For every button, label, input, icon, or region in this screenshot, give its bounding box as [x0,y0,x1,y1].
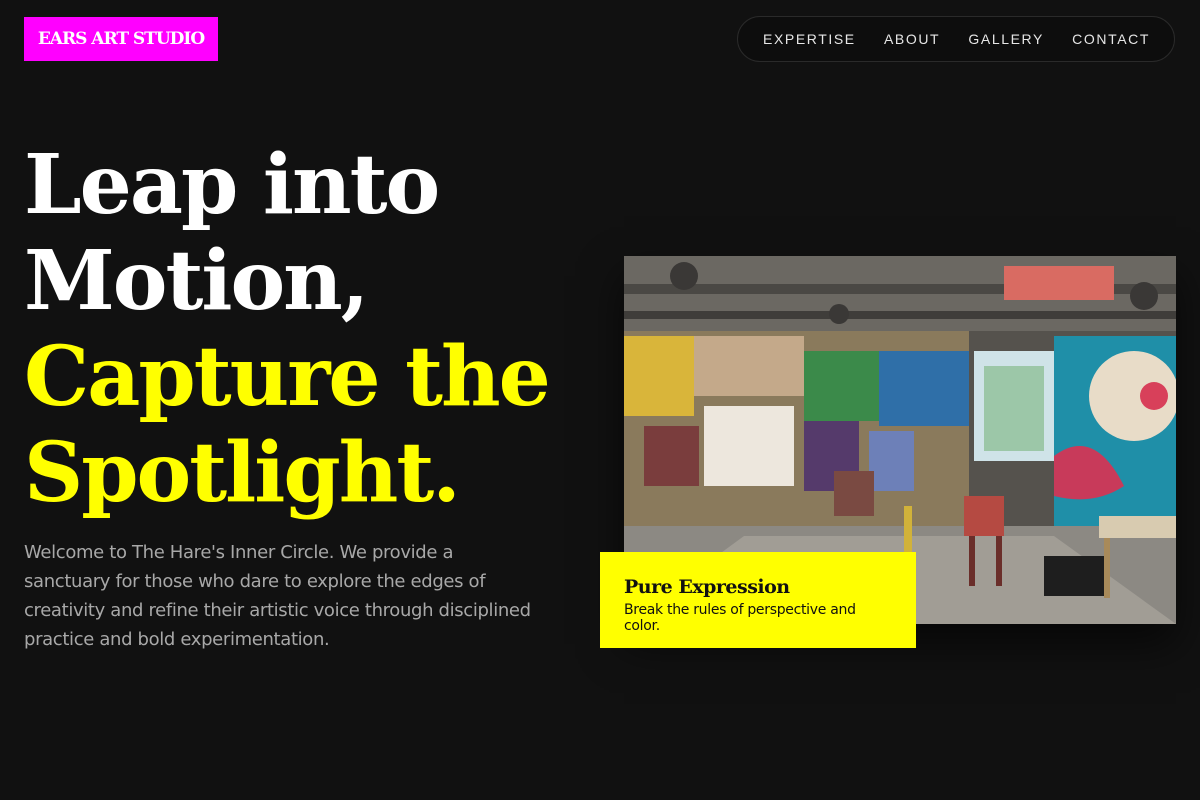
feature-caption-card: Pure Expression Break the rules of persp… [600,552,916,648]
nav-item-gallery[interactable]: GALLERY [968,31,1044,47]
nav-item-expertise[interactable]: EXPERTISE [763,31,856,47]
hero-intro: Welcome to The Hare's Inner Circle. We p… [24,542,531,650]
hero-headline: Leap into Motion, Capture the Spotlight. [24,137,551,521]
headline-line-1: Leap into [24,137,440,233]
caption-text: Break the rules of perspective and color… [624,602,856,634]
caption-title: Pure Expression [624,576,790,598]
headline-line-4: Spotlight. [24,425,461,521]
logo[interactable]: EARS ART STUDIO [24,17,218,61]
nav-item-contact[interactable]: CONTACT [1072,31,1150,47]
page: EARS ART STUDIO EXPERTISE ABOUT GALLERY … [0,0,1200,800]
nav-item-about[interactable]: ABOUT [884,31,940,47]
headline-line-3: Capture the [24,329,551,425]
headline-line-2: Motion, [24,233,369,329]
main-nav: EXPERTISE ABOUT GALLERY CONTACT [737,16,1175,62]
